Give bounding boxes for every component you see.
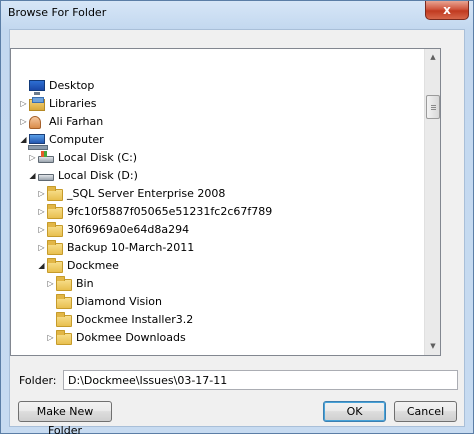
tree-item-label: Dockmee Installer3.2 bbox=[76, 313, 194, 326]
tree-item-label: Local Disk (C:) bbox=[58, 151, 138, 164]
windows-disk-icon bbox=[38, 151, 54, 163]
folder-icon bbox=[47, 186, 63, 201]
folder-tree[interactable]: Desktop ▷ Libraries ▷ Ali Farhan ◢ Computer ▷ Lo… bbox=[10, 48, 441, 356]
collapsed-arrow-icon[interactable]: ▷ bbox=[19, 99, 28, 108]
scrollbar-thumb[interactable] bbox=[426, 95, 440, 119]
collapsed-arrow-icon[interactable]: ▷ bbox=[46, 279, 55, 288]
tree-item[interactable]: ◢ Computer bbox=[11, 131, 425, 150]
vertical-scrollbar[interactable]: ▲ ▼ bbox=[424, 49, 440, 355]
folder-icon bbox=[56, 312, 72, 327]
collapsed-arrow-icon[interactable]: ▷ bbox=[37, 207, 46, 216]
make-new-folder-button[interactable]: Make New Folder bbox=[18, 401, 112, 437]
folder-icon bbox=[47, 240, 63, 255]
cancel-button[interactable]: Cancel bbox=[394, 401, 457, 422]
tree-item-label: Dokmee Downloads bbox=[76, 331, 186, 344]
tree-item[interactable]: ▷ Libraries bbox=[11, 95, 425, 113]
user-folder-icon bbox=[29, 116, 41, 129]
tree-item[interactable]: ▷ Ali Farhan bbox=[11, 113, 425, 131]
folder-icon bbox=[56, 330, 72, 345]
tree-item-label: _SQL Server Enterprise 2008 bbox=[67, 187, 226, 200]
tree-item-label: Dockmee bbox=[67, 259, 119, 272]
tree-item[interactable]: ▷ Bin bbox=[11, 275, 425, 293]
collapsed-arrow-icon[interactable]: ▷ bbox=[19, 117, 28, 126]
tree-item[interactable]: ▷ _SQL Server Enterprise 2008 bbox=[11, 185, 425, 203]
libraries-icon bbox=[29, 97, 45, 111]
folder-icon bbox=[47, 222, 63, 237]
tree-item-label: Backup 10-March-2011 bbox=[67, 241, 195, 254]
tree-item-label: Local Disk (D:) bbox=[58, 169, 138, 182]
expanded-arrow-icon[interactable]: ◢ bbox=[37, 261, 46, 270]
browse-for-folder-dialog: Browse For Folder x Desktop ▷ Libraries ▷ Al… bbox=[0, 0, 474, 437]
tree-item-label: Ali Farhan bbox=[49, 115, 104, 128]
tree-item[interactable]: ▷ 9fc10f5887f05065e51231fc2c67f789 bbox=[11, 203, 425, 221]
tree-item[interactable]: ▷ Backup 10-March-2011 bbox=[11, 239, 425, 257]
folder-tree-list: Desktop ▷ Libraries ▷ Ali Farhan ◢ Computer ▷ Lo… bbox=[11, 49, 425, 355]
desktop-icon bbox=[29, 80, 45, 95]
expanded-arrow-icon[interactable]: ◢ bbox=[19, 135, 28, 144]
tree-item-label: 9fc10f5887f05065e51231fc2c67f789 bbox=[67, 205, 273, 218]
collapsed-arrow-icon[interactable]: ▷ bbox=[37, 243, 46, 252]
tree-item[interactable]: Dockmee Installer3.2 bbox=[11, 311, 425, 329]
expanded-arrow-icon[interactable]: ◢ bbox=[28, 171, 37, 180]
window-title: Browse For Folder bbox=[8, 6, 107, 19]
tree-item-label: Bin bbox=[76, 277, 94, 290]
folder-icon bbox=[47, 258, 63, 273]
ok-button[interactable]: OK bbox=[323, 401, 386, 422]
title-bar[interactable]: Browse For Folder x bbox=[1, 1, 473, 25]
tree-item[interactable]: ◢ Local Disk (D:) bbox=[11, 167, 425, 185]
close-button[interactable]: x bbox=[425, 1, 469, 20]
tree-item[interactable]: ▷ Dokmee Downloads bbox=[11, 329, 425, 347]
collapsed-arrow-icon[interactable]: ▷ bbox=[46, 333, 55, 342]
collapsed-arrow-icon[interactable]: ▷ bbox=[37, 189, 46, 198]
tree-item[interactable]: ◢ Dockmee bbox=[11, 257, 425, 275]
folder-icon bbox=[56, 276, 72, 291]
tree-item[interactable]: ▷ 30f6969a0e64d8a294 bbox=[11, 221, 425, 239]
computer-icon bbox=[28, 134, 48, 150]
tree-item[interactable]: Diamond Vision bbox=[11, 293, 425, 311]
tree-item-label: Diamond Vision bbox=[76, 295, 162, 308]
tree-item-label: Libraries bbox=[49, 97, 97, 110]
disk-icon bbox=[38, 174, 54, 181]
tree-item-label: Computer bbox=[49, 133, 104, 146]
collapsed-arrow-icon[interactable]: ▷ bbox=[28, 153, 37, 162]
scroll-down-arrow-icon[interactable]: ▼ bbox=[425, 338, 440, 355]
collapsed-arrow-icon[interactable]: ▷ bbox=[37, 225, 46, 234]
folder-icon bbox=[47, 204, 63, 219]
tree-item-label: 30f6969a0e64d8a294 bbox=[67, 223, 190, 236]
folder-label: Folder: bbox=[19, 374, 57, 387]
folder-path-input[interactable] bbox=[63, 370, 458, 390]
tree-item[interactable]: ▷ Local Disk (C:) bbox=[11, 149, 425, 167]
tree-item-label: Desktop bbox=[49, 79, 95, 92]
tree-item[interactable]: Desktop bbox=[11, 77, 425, 95]
folder-icon bbox=[56, 294, 72, 309]
scroll-up-arrow-icon[interactable]: ▲ bbox=[425, 49, 440, 66]
